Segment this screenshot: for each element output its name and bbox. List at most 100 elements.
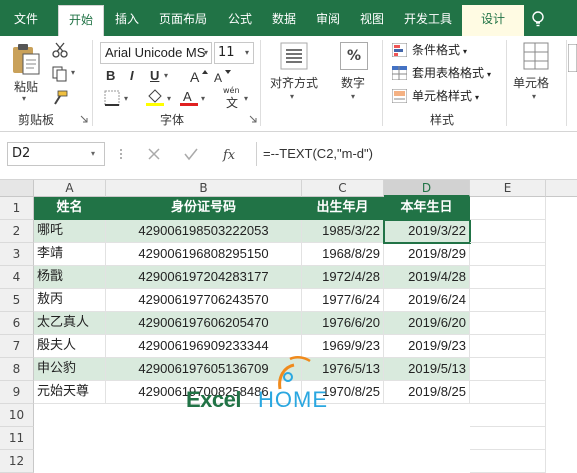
name-cell[interactable]: 杨戬 xyxy=(34,266,106,289)
empty-cell[interactable] xyxy=(470,220,546,243)
cell-styles-button[interactable]: 单元格样式 ▾ xyxy=(392,86,479,106)
tab-formulas[interactable]: 公式 xyxy=(222,5,258,36)
name-cell[interactable]: 申公豹 xyxy=(34,358,106,381)
font-size-dropdown-icon[interactable]: ▾ xyxy=(245,48,249,57)
copy-icon[interactable] xyxy=(52,66,68,82)
tab-review[interactable]: 审阅 xyxy=(310,5,346,36)
paste-button[interactable]: 粘贴 xyxy=(14,78,38,95)
tab-page-layout[interactable]: 页面布局 xyxy=(152,5,214,36)
empty-cell[interactable] xyxy=(470,427,546,450)
column-header-a[interactable]: A xyxy=(34,180,106,197)
header-cell-birthday[interactable]: 本年生日 xyxy=(384,197,470,220)
birth-date-cell[interactable]: 1977/6/24 xyxy=(302,289,384,312)
clipboard-launcher-icon[interactable] xyxy=(80,115,88,123)
borders-icon[interactable] xyxy=(104,90,120,106)
id-cell[interactable]: 429006197706243570 xyxy=(106,289,302,312)
format-painter-icon[interactable] xyxy=(52,90,68,106)
header-cell-id[interactable]: 身份证号码 xyxy=(106,197,302,220)
tab-insert[interactable]: 插入 xyxy=(110,5,144,36)
birthday-cell[interactable]: 2019/4/28 xyxy=(384,266,470,289)
phonetic-dropdown-icon[interactable]: ▾ xyxy=(244,94,248,103)
id-cell[interactable]: 429006197204283177 xyxy=(106,266,302,289)
increase-font-icon[interactable]: A xyxy=(190,68,208,84)
header-cell-birth[interactable]: 出生年月 xyxy=(302,197,384,220)
alignment-icon[interactable] xyxy=(280,42,308,70)
alignment-button[interactable]: 对齐方式 xyxy=(270,74,318,91)
format-as-table-button[interactable]: 套用表格格式 ▾ xyxy=(392,63,491,83)
row-header[interactable]: 7 xyxy=(0,335,34,358)
birthday-cell[interactable]: 2019/9/23 xyxy=(384,335,470,358)
phonetic-char[interactable]: 文 xyxy=(226,94,238,111)
paste-icon[interactable] xyxy=(10,42,42,78)
empty-cell[interactable] xyxy=(470,197,546,220)
birth-date-cell[interactable]: 1968/8/29 xyxy=(302,243,384,266)
id-cell[interactable]: 429006196808295150 xyxy=(106,243,302,266)
id-cell[interactable]: 429006197605136709 xyxy=(106,358,302,381)
name-cell[interactable]: 哪吒 xyxy=(34,220,106,243)
row-header[interactable]: 9 xyxy=(0,381,34,404)
empty-cell[interactable] xyxy=(470,289,546,312)
fill-color-icon[interactable] xyxy=(146,88,164,106)
formula-input[interactable]: =--TEXT(C2,"m-d") xyxy=(256,142,577,166)
fill-color-dropdown-icon[interactable]: ▾ xyxy=(167,94,171,103)
empty-cell[interactable] xyxy=(470,243,546,266)
birthday-cell[interactable]: 2019/8/25 xyxy=(384,381,470,404)
font-name-dropdown-icon[interactable]: ▾ xyxy=(204,42,214,64)
row-header[interactable]: 10 xyxy=(0,404,34,427)
empty-cell[interactable] xyxy=(470,335,546,358)
name-box-dropdown-icon[interactable]: ▾ xyxy=(91,142,95,166)
name-cell[interactable]: 李靖 xyxy=(34,243,106,266)
birthday-cell[interactable]: 2019/6/20 xyxy=(384,312,470,335)
tab-data[interactable]: 数据 xyxy=(266,5,302,36)
name-cell[interactable]: 太乙真人 xyxy=(34,312,106,335)
number-format-button[interactable]: 数字 xyxy=(341,74,365,91)
empty-cell[interactable] xyxy=(470,358,546,381)
conditional-formatting-button[interactable]: 条件格式 ▾ xyxy=(392,40,467,60)
empty-cell[interactable] xyxy=(470,450,546,473)
id-cell[interactable]: 429006198503222053 xyxy=(106,220,302,243)
column-header-f[interactable] xyxy=(546,180,577,197)
birthday-cell[interactable]: 2019/8/29 xyxy=(384,243,470,266)
row-header[interactable]: 2 xyxy=(0,220,34,243)
birth-date-cell[interactable]: 1976/6/20 xyxy=(302,312,384,335)
header-cell-name[interactable]: 姓名 xyxy=(34,197,106,220)
alignment-dropdown-icon[interactable]: ▾ xyxy=(290,92,294,101)
decrease-font-icon[interactable]: A xyxy=(214,68,232,84)
number-dropdown-icon[interactable]: ▾ xyxy=(351,92,355,101)
bold-button[interactable]: B xyxy=(106,68,115,83)
font-color-icon[interactable]: A xyxy=(180,88,198,106)
tab-home[interactable]: 开始 xyxy=(58,5,104,36)
name-cell[interactable]: 殷夫人 xyxy=(34,335,106,358)
name-cell[interactable]: 元始天尊 xyxy=(34,381,106,404)
column-header-c[interactable]: C xyxy=(302,180,384,197)
empty-cell[interactable] xyxy=(470,266,546,289)
copy-dropdown-icon[interactable]: ▾ xyxy=(71,68,75,77)
birthday-cell[interactable]: 2019/5/13 xyxy=(384,358,470,381)
tab-view[interactable]: 视图 xyxy=(354,5,390,36)
birthday-cell[interactable]: 2019/6/24 xyxy=(384,289,470,312)
cells-dropdown-icon[interactable]: ▾ xyxy=(532,92,536,101)
tab-file[interactable]: 文件 xyxy=(0,5,52,36)
editing-icon[interactable] xyxy=(568,44,577,72)
paste-dropdown-icon[interactable]: ▾ xyxy=(22,94,26,103)
underline-button[interactable]: U xyxy=(150,68,159,83)
row-header[interactable]: 3 xyxy=(0,243,34,266)
font-color-dropdown-icon[interactable]: ▾ xyxy=(201,94,205,103)
empty-cell[interactable] xyxy=(470,381,546,404)
empty-cell[interactable] xyxy=(470,312,546,335)
cells-icon[interactable] xyxy=(523,42,549,70)
cut-icon[interactable] xyxy=(52,42,68,58)
font-name-select[interactable]: Arial Unicode MS xyxy=(100,42,212,64)
row-header[interactable]: 5 xyxy=(0,289,34,312)
row-header[interactable]: 1 xyxy=(0,197,34,220)
empty-cell[interactable] xyxy=(470,404,546,427)
id-cell[interactable]: 429006197606205470 xyxy=(106,312,302,335)
row-header[interactable]: 6 xyxy=(0,312,34,335)
row-header[interactable]: 4 xyxy=(0,266,34,289)
birth-date-cell[interactable]: 1972/4/28 xyxy=(302,266,384,289)
column-header-e[interactable]: E xyxy=(470,180,546,197)
name-cell[interactable]: 敖丙 xyxy=(34,289,106,312)
column-header-d[interactable]: D xyxy=(384,180,470,197)
underline-dropdown-icon[interactable]: ▾ xyxy=(164,71,168,80)
italic-button[interactable]: I xyxy=(130,68,134,83)
